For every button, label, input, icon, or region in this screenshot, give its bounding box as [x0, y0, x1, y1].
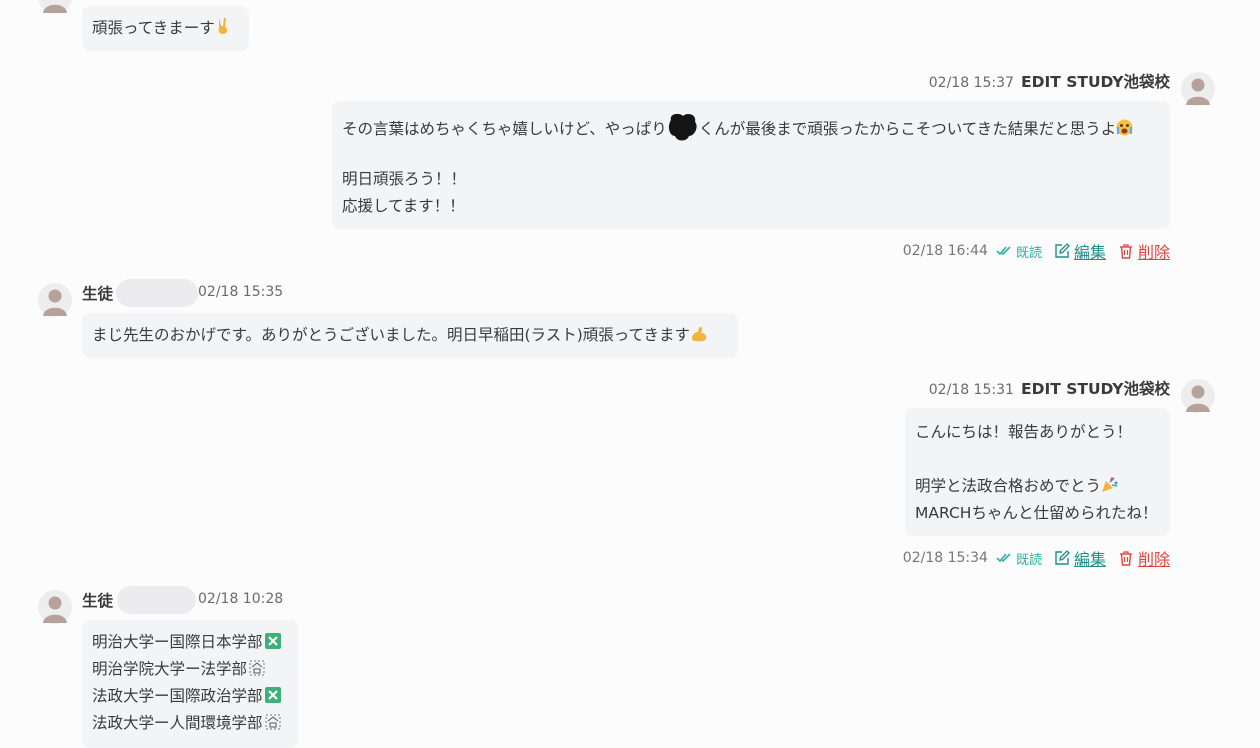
- student-label: 生徒: [82, 285, 114, 303]
- student-label: 生徒: [82, 592, 114, 610]
- cross-mark-icon: [264, 685, 281, 712]
- message-text: 応援してます！！: [342, 197, 465, 215]
- redacted-name: [116, 279, 198, 307]
- trash-icon: [1119, 551, 1132, 566]
- message-time: 02/18 15:35: [198, 284, 284, 300]
- message-footer: 02/18 16:44 既読 編集 削除: [902, 239, 1170, 263]
- message-bubble: 明治大学ー国際日本学部 明治学院大学ー法学部 法政大学ー国際政治学部 法政大学ー…: [82, 620, 298, 748]
- message-time: 02/18 15:31: [928, 382, 1014, 398]
- victory-hand-icon: [215, 17, 231, 44]
- pass-stamp-icon: [265, 712, 281, 739]
- message-footer: 02/18 15:34 既読 編集 削除: [902, 546, 1170, 570]
- message-header: 02/18 15:31 EDIT STUDY池袋校: [900, 377, 1170, 401]
- trash-icon: [1119, 244, 1132, 259]
- flexed-biceps-icon: [690, 324, 708, 351]
- sender-name: EDIT STUDY池袋校: [1021, 380, 1170, 398]
- crying-face-icon: [1116, 118, 1133, 145]
- sender-name: EDIT STUDY池袋校: [1021, 73, 1170, 91]
- message-bubble: その言葉はめちゃくちゃ嬉しいけど、やっぱり くんが最後まで頑張ったからこそついてき…: [332, 101, 1170, 229]
- message-text: 明治大学ー国際日本学部: [92, 633, 263, 651]
- sent-time: 02/18 15:34: [902, 550, 988, 566]
- message-header: 02/18 15:37 EDIT STUDY池袋校: [900, 70, 1170, 94]
- edit-icon: [1055, 550, 1070, 565]
- avatar: [1181, 72, 1215, 106]
- message-text: 明治学院大学ー法学部: [92, 660, 248, 678]
- double-check-icon: [996, 246, 1011, 256]
- cross-mark-icon: [264, 631, 281, 658]
- message-bubble: 頑張ってきまーす: [82, 6, 249, 51]
- delete-button[interactable]: 削除: [1118, 546, 1170, 570]
- message-text: その言葉はめちゃくちゃ嬉しいけど、やっぱり: [342, 120, 667, 138]
- pass-stamp-icon: [249, 658, 265, 685]
- avatar: [38, 283, 72, 317]
- message-text: 明学と法政合格おめでとう: [915, 477, 1102, 495]
- message-text: 法政大学ー人間環境学部: [92, 714, 263, 732]
- message-text: まじ先生のおかげです。ありがとうございました。明日早稲田(ラスト)頑張ってきます: [92, 326, 690, 344]
- message-time: 02/18 15:37: [928, 75, 1014, 91]
- redacted-name: [117, 586, 196, 614]
- avatar: [38, 590, 72, 624]
- redaction-blot-icon: [667, 112, 699, 142]
- edit-button[interactable]: 編集: [1054, 546, 1106, 570]
- edit-icon: [1055, 243, 1070, 258]
- message-text: 明日頑張ろう！！: [342, 170, 467, 188]
- delete-button[interactable]: 削除: [1118, 239, 1170, 263]
- message-text: 法政大学ー国際政治学部: [92, 687, 263, 705]
- message-text: 頑張ってきまーす: [92, 19, 215, 37]
- edit-button[interactable]: 編集: [1054, 239, 1106, 263]
- message-text: こんにちは！報告ありがとう！: [915, 423, 1133, 441]
- party-popper-icon: [1101, 475, 1118, 502]
- sent-time: 02/18 16:44: [902, 243, 988, 259]
- message-text: くんが最後まで頑張ったからこそついてきた結果だと思うよ: [698, 120, 1117, 138]
- double-check-icon: [996, 553, 1011, 563]
- message-bubble: こんにちは！報告ありがとう！ 明学と法政合格おめでとう MARCHちゃんと仕留め…: [905, 408, 1170, 536]
- avatar: [1181, 379, 1215, 413]
- read-status: 既読: [996, 549, 1042, 568]
- avatar: [38, 0, 72, 14]
- read-status: 既読: [996, 242, 1042, 261]
- message-bubble: まじ先生のおかげです。ありがとうございました。明日早稲田(ラスト)頑張ってきます: [82, 313, 738, 358]
- message-text: MARCHちゃんと仕留められたね！: [915, 504, 1158, 522]
- message-time: 02/18 10:28: [198, 591, 284, 607]
